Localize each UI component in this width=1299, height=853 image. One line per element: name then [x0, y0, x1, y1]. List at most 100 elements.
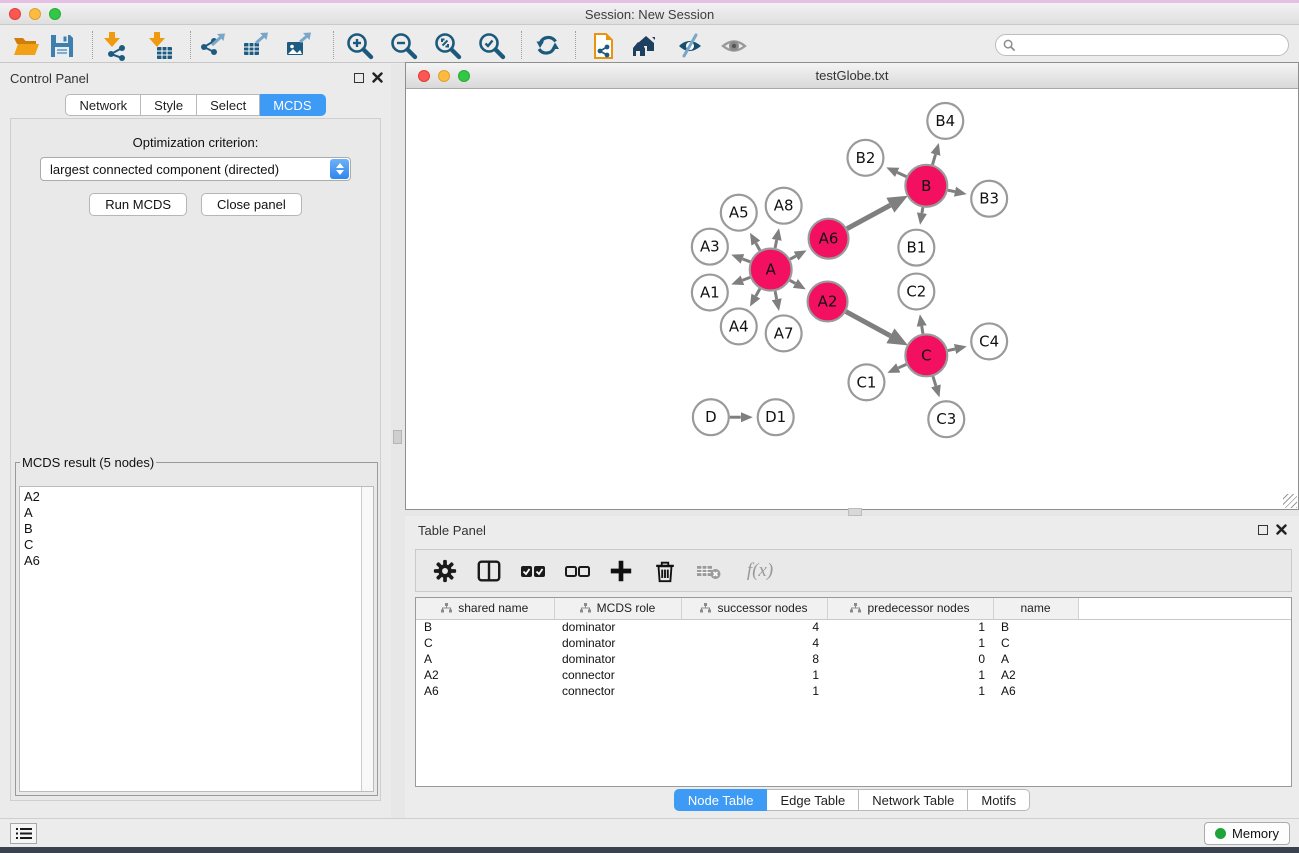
table-cell[interactable]: 0 [827, 651, 993, 667]
close-table-panel-icon[interactable] [1276, 524, 1287, 535]
graph-edge-A-A3[interactable] [742, 259, 750, 262]
table-cell[interactable]: 4 [681, 635, 827, 651]
window-resize-grip[interactable] [1283, 494, 1297, 508]
tab-network-table[interactable]: Network Table [859, 789, 968, 811]
graph-edge-B-B4[interactable] [933, 154, 936, 164]
create-column-plus-icon[interactable] [606, 556, 636, 586]
table-cell[interactable]: 8 [681, 651, 827, 667]
zoom-fit-icon[interactable] [432, 30, 464, 62]
graph-edge-A6-B[interactable] [847, 205, 890, 228]
graph-edge-C-C1[interactable] [898, 364, 906, 368]
table-cell[interactable]: dominator [554, 619, 681, 635]
tab-network[interactable]: Network [65, 94, 141, 116]
table-cell[interactable]: A [416, 651, 554, 667]
table-row[interactable]: Adominator80A [416, 651, 1291, 667]
close-panel-icon[interactable] [372, 72, 383, 83]
table-cell[interactable]: A [993, 651, 1078, 667]
close-panel-button[interactable]: Close panel [201, 193, 302, 216]
table-cell[interactable]: 1 [827, 683, 993, 699]
task-history-button[interactable] [10, 823, 37, 844]
table-cell[interactable]: 1 [827, 619, 993, 635]
home-icon[interactable] [630, 30, 662, 62]
graph-edge-B-B2[interactable] [897, 172, 906, 176]
tab-style[interactable]: Style [141, 94, 197, 116]
table-cell[interactable]: C [993, 635, 1078, 651]
table-options-gear-icon[interactable] [430, 556, 460, 586]
function-builder-icon[interactable]: f(x) [738, 556, 782, 586]
import-table-icon[interactable] [145, 30, 177, 62]
export-table-icon[interactable] [240, 30, 272, 62]
criterion-dropdown[interactable]: largest connected component (directed) [40, 157, 351, 181]
export-image-icon[interactable] [283, 30, 315, 62]
column-header-shared-name[interactable]: shared name [416, 598, 554, 619]
table-cell[interactable]: 4 [681, 619, 827, 635]
graph-edge-C-C3[interactable] [933, 376, 936, 386]
mcds-result-item[interactable]: B [24, 521, 361, 537]
table-cell[interactable]: dominator [554, 651, 681, 667]
graph-edge-A-A4[interactable] [756, 289, 760, 296]
column-header-mcds-role[interactable]: MCDS role [554, 598, 681, 619]
graph-edge-A-A2[interactable] [790, 280, 795, 283]
memory-button[interactable]: Memory [1204, 822, 1290, 845]
table-cell[interactable]: A6 [416, 683, 554, 699]
table-cell[interactable]: dominator [554, 635, 681, 651]
export-network-icon[interactable] [197, 30, 229, 62]
show-columns-icon[interactable] [474, 556, 504, 586]
new-session-from-network-icon[interactable] [588, 30, 620, 62]
unselect-all-columns-icon[interactable] [562, 556, 592, 586]
table-cell[interactable]: 1 [827, 635, 993, 651]
column-header-successor-nodes[interactable]: successor nodes [681, 598, 827, 619]
table-cell[interactable]: 1 [681, 683, 827, 699]
refresh-icon[interactable] [532, 30, 564, 62]
table-cell[interactable]: B [993, 619, 1078, 635]
table-row[interactable]: A2connector11A2 [416, 667, 1291, 683]
dropdown-stepper-icon[interactable] [330, 159, 349, 179]
table-row[interactable]: Bdominator41B [416, 619, 1291, 635]
graph-edge-C-C4[interactable] [948, 349, 955, 351]
tab-mcds[interactable]: MCDS [260, 94, 325, 116]
import-network-icon[interactable] [100, 30, 132, 62]
horizontal-splitter-handle[interactable] [848, 508, 862, 516]
table-cell[interactable]: B [416, 619, 554, 635]
table-cell[interactable]: 1 [681, 667, 827, 683]
tab-edge-table[interactable]: Edge Table [767, 789, 859, 811]
graph-edge-A-A5[interactable] [756, 243, 760, 250]
float-panel-icon[interactable] [354, 73, 364, 83]
search-input[interactable] [1020, 36, 1288, 54]
graph-edge-A-A8[interactable] [775, 240, 777, 248]
table-cell[interactable]: 1 [827, 667, 993, 683]
tab-motifs[interactable]: Motifs [968, 789, 1030, 811]
zoom-out-icon[interactable] [388, 30, 420, 62]
table-cell[interactable]: connector [554, 683, 681, 699]
tab-node-table[interactable]: Node Table [674, 789, 768, 811]
mcds-result-item[interactable]: C [24, 537, 361, 553]
column-header-predecessor-nodes[interactable]: predecessor nodes [827, 598, 993, 619]
tab-select[interactable]: Select [197, 94, 260, 116]
mcds-result-item[interactable]: A [24, 505, 361, 521]
save-session-icon[interactable] [46, 30, 78, 62]
select-all-columns-icon[interactable] [518, 556, 548, 586]
column-header-name[interactable]: name [993, 598, 1078, 619]
graph-edge-C-C2[interactable] [922, 326, 923, 334]
run-mcds-button[interactable]: Run MCDS [89, 193, 187, 216]
zoom-in-icon[interactable] [344, 30, 376, 62]
table-row[interactable]: Cdominator41C [416, 635, 1291, 651]
vertical-splitter[interactable] [391, 64, 405, 818]
show-panels-eye-icon[interactable] [718, 30, 750, 62]
graph-edge-A2-C[interactable] [846, 312, 890, 336]
table-cell[interactable]: A2 [416, 667, 554, 683]
graph-edge-B-B1[interactable] [922, 207, 923, 213]
hide-panels-eye-slash-icon[interactable] [674, 30, 706, 62]
table-cell[interactable]: C [416, 635, 554, 651]
table-cell[interactable]: connector [554, 667, 681, 683]
graph-edge-B-B3[interactable] [948, 190, 955, 191]
table-cell[interactable]: A2 [993, 667, 1078, 683]
zoom-selected-icon[interactable] [476, 30, 508, 62]
network-canvas[interactable]: B4B2BB3A5A8A6B1A3AA1C2A2A4A7C4CC1C3DD1 [406, 89, 1298, 509]
mcds-result-item[interactable]: A6 [24, 553, 361, 569]
table-cell[interactable]: A6 [993, 683, 1078, 699]
open-file-icon[interactable] [10, 30, 42, 62]
delete-columns-trash-icon[interactable] [650, 556, 680, 586]
mcds-list-scrollbar[interactable] [361, 487, 373, 791]
mcds-result-item[interactable]: A2 [24, 489, 361, 505]
